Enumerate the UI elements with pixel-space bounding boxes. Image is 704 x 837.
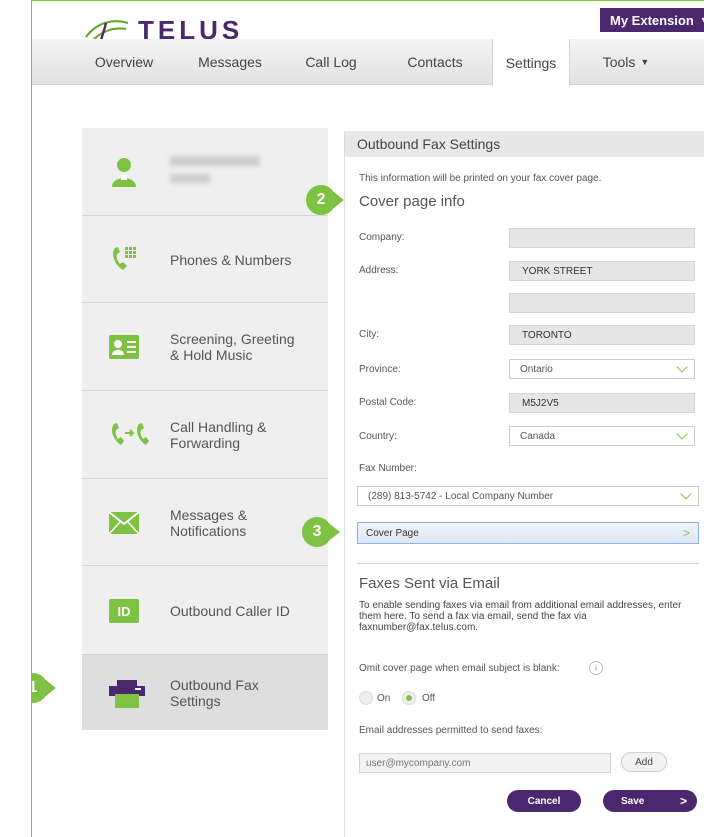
city-label: City:: [359, 329, 379, 340]
postal-code-field[interactable]: M5J2V5: [509, 393, 695, 413]
caret-down-icon: ▼: [700, 15, 704, 25]
save-label: Save: [621, 795, 645, 807]
panel-title: Outbound Fax Settings: [345, 131, 704, 157]
sidebar-item-outbound-fax[interactable]: Outbound Fax Settings: [82, 655, 328, 730]
info-icon[interactable]: i: [589, 661, 603, 675]
section-divider: [357, 563, 699, 564]
nav-contacts-label: Contacts: [407, 54, 463, 70]
phone-keypad-icon: [109, 244, 139, 274]
radio-on-label: On: [377, 693, 391, 704]
nav-tools[interactable]: Tools ▼: [586, 39, 666, 85]
cover-page-info-heading: Cover page info: [359, 193, 465, 210]
radio-off-label: Off: [422, 693, 436, 704]
cancel-button[interactable]: Cancel: [507, 790, 581, 812]
fax-number-label: Fax Number:: [359, 463, 417, 474]
province-label: Province:: [359, 364, 401, 375]
blurred-user-name: [170, 156, 260, 166]
fax-icon: [109, 679, 145, 709]
id-card-icon: [109, 332, 139, 362]
chevron-down-icon: [676, 428, 688, 440]
chevron-right-icon: >: [679, 794, 687, 808]
app-frame: TELUS My Extension ▼ Overview Messages C…: [31, 0, 704, 837]
sidebar-item-outbound-caller-id[interactable]: ID Outbound Caller ID: [82, 566, 328, 655]
chevron-down-icon: [676, 361, 688, 373]
cover-page-button[interactable]: Cover Page >: [357, 522, 699, 544]
sidebar-item-screening-greeting[interactable]: Screening, Greeting & Hold Music: [82, 303, 328, 391]
nav-contacts[interactable]: Contacts: [392, 39, 478, 85]
user-icon: [109, 157, 139, 187]
sidebar-item-label: Phones & Numbers: [170, 252, 292, 268]
country-select[interactable]: Canada: [509, 426, 695, 446]
sidebar-item-label: Screening, Greeting & Hold Music: [170, 331, 295, 363]
nav-settings[interactable]: Settings: [492, 39, 570, 86]
my-extension-label: My Extension: [610, 12, 694, 28]
callout-1: 1: [32, 673, 62, 703]
company-field[interactable]: [509, 228, 695, 248]
province-value: Ontario: [520, 363, 553, 375]
settings-sidebar: Phones & Numbers Screening, Greeting & H…: [82, 128, 328, 730]
callout-pointer: [42, 677, 56, 699]
company-label: Company:: [359, 232, 405, 243]
svg-text:ID: ID: [118, 604, 131, 619]
nav-messages[interactable]: Messages: [184, 39, 276, 85]
nav-call-log-label: Call Log: [305, 54, 357, 70]
province-select[interactable]: Ontario: [509, 359, 695, 379]
sidebar-item-messages-notifications[interactable]: Messages & Notifications: [82, 479, 328, 566]
nav-settings-label: Settings: [505, 54, 557, 71]
save-button[interactable]: Save >: [603, 790, 697, 812]
radio-on[interactable]: [359, 691, 373, 705]
omit-cover-label: Omit cover page when email subject is bl…: [359, 663, 560, 674]
nav-overview[interactable]: Overview: [82, 39, 166, 85]
add-email-button[interactable]: Add: [621, 752, 667, 772]
permitted-emails-label: Email addresses permitted to send faxes:: [359, 725, 543, 736]
main-nav: Overview Messages Call Log Contacts Sett…: [32, 39, 704, 86]
nav-tools-label: Tools: [602, 54, 636, 70]
sidebar-item-user-profile[interactable]: [82, 128, 328, 216]
chevron-down-icon: [680, 488, 692, 500]
nav-call-log[interactable]: Call Log: [298, 39, 364, 85]
email-instructions-text: To enable sending faxes via email from a…: [359, 600, 682, 633]
radio-off[interactable]: [402, 691, 416, 705]
fax-number-select[interactable]: (289) 813-5742 - Local Company Number: [357, 486, 699, 506]
postal-code-label: Postal Code:: [359, 397, 417, 408]
country-label: Country:: [359, 431, 397, 442]
caret-down-icon: ▼: [640, 57, 650, 67]
blurred-extension-number: [170, 174, 210, 183]
cover-page-label: Cover Page: [366, 527, 419, 539]
chevron-right-icon: >: [682, 526, 690, 540]
nav-overview-label: Overview: [94, 54, 154, 70]
address-line1-field[interactable]: YORK STREET: [509, 261, 695, 281]
sidebar-item-label: Call Handling & Forwarding: [170, 419, 267, 451]
sidebar-item-phones-numbers[interactable]: Phones & Numbers: [82, 216, 328, 303]
nav-messages-label: Messages: [198, 54, 262, 70]
faxes-via-email-heading: Faxes Sent via Email: [359, 575, 500, 592]
intro-text: This information will be printed on your…: [359, 173, 602, 184]
email-address-input[interactable]: [359, 753, 611, 773]
sidebar-item-call-handling[interactable]: Call Handling & Forwarding: [82, 391, 328, 479]
callout-pointer: [326, 521, 340, 543]
callout-pointer: [330, 189, 344, 211]
sidebar-item-label: Outbound Fax Settings: [170, 677, 259, 709]
address-line2-field[interactable]: [509, 293, 695, 313]
fax-number-value: (289) 813-5742 - Local Company Number: [368, 490, 554, 502]
callout-3: 3: [302, 517, 346, 547]
country-value: Canada: [520, 430, 556, 442]
call-forward-icon: [109, 420, 149, 450]
outbound-fax-settings-panel: Outbound Fax Settings This information w…: [344, 131, 704, 837]
city-field[interactable]: TORONTO: [509, 325, 695, 345]
sidebar-item-label: Outbound Caller ID: [170, 603, 290, 619]
envelope-icon: [109, 508, 139, 538]
address-label: Address:: [359, 265, 399, 276]
sidebar-item-label: Messages & Notifications: [170, 507, 248, 539]
caller-id-icon: ID: [109, 596, 139, 626]
my-extension-dropdown[interactable]: My Extension ▼: [600, 8, 704, 32]
